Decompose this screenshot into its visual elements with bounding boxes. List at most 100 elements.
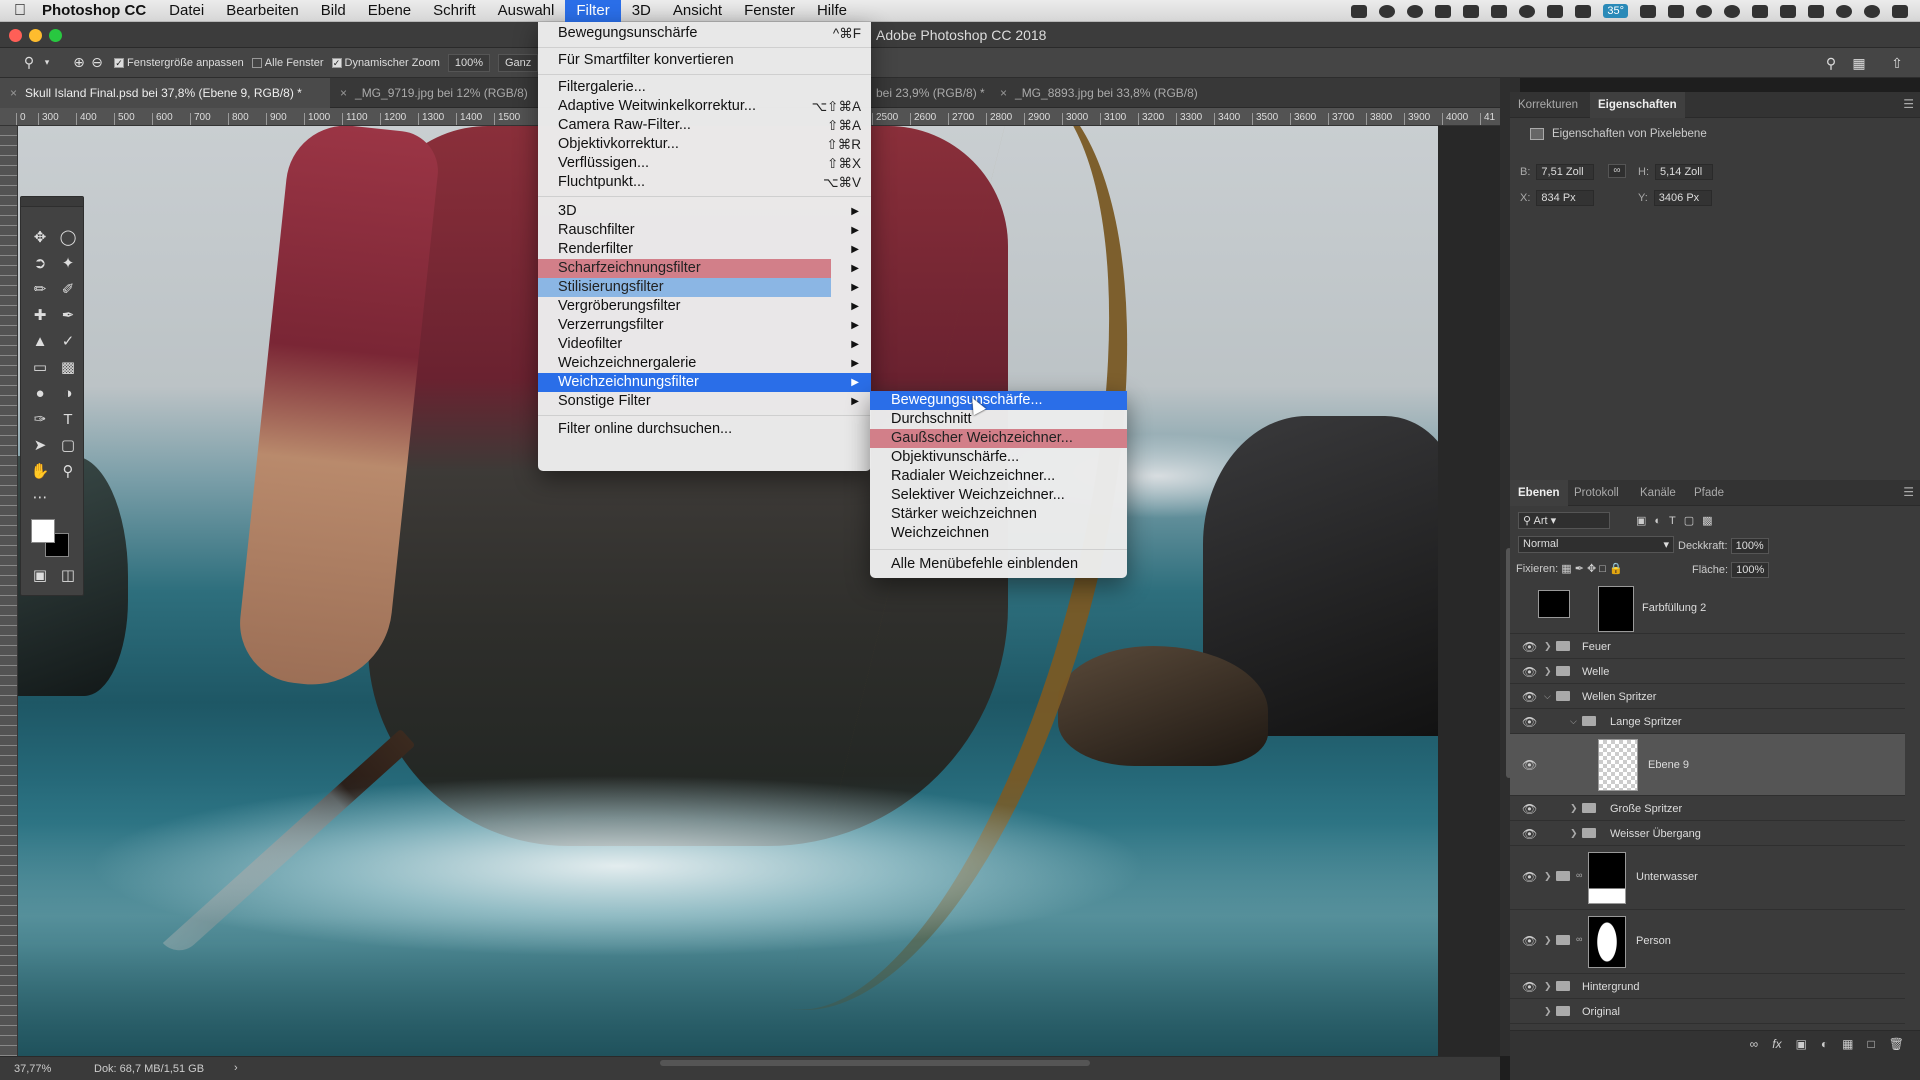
history-brush-tool-icon[interactable]: ✓ xyxy=(55,329,81,353)
eraser-tool-icon[interactable]: ▭ xyxy=(27,355,53,379)
marquee-tool-icon[interactable]: ◯ xyxy=(55,225,81,249)
menu-item-distort[interactable]: Verzerrungsfilter ▶ xyxy=(538,316,871,335)
menu-item-noise[interactable]: Rauschfilter ▶ xyxy=(538,221,871,240)
move-tool-icon[interactable]: ✥ xyxy=(27,225,53,249)
battery-icon[interactable] xyxy=(1808,4,1824,18)
chevron-right-icon[interactable]: ❯ xyxy=(1570,803,1578,814)
share-icon[interactable]: ⇧ xyxy=(1888,54,1906,72)
menu-item-blur-gallery[interactable]: Weichzeichnergalerie ▶ xyxy=(538,354,871,373)
eye-icon[interactable]: 👁 xyxy=(1522,980,1537,994)
menu-item-3d[interactable]: 3D ▶ xyxy=(538,202,871,221)
chevron-down-icon[interactable]: ▾ xyxy=(38,54,56,72)
menu-bearbeiten[interactable]: Bearbeiten xyxy=(215,0,310,22)
tab-mg-8893[interactable]: × _MG_8893.jpg bei 33,8% (RGB/8) xyxy=(990,78,1220,108)
tray-circle-icon[interactable] xyxy=(1696,4,1712,18)
foreground-color-swatch[interactable] xyxy=(31,519,55,543)
gradient-tool-icon[interactable]: ▩ xyxy=(55,355,81,379)
eye-icon[interactable]: 👁 xyxy=(1522,690,1537,704)
submenu-item-smart-blur[interactable]: Selektiver Weichzeichner... xyxy=(870,486,1127,505)
menu-item-render[interactable]: Renderfilter ▶ xyxy=(538,240,871,259)
height-field[interactable]: H: 5,14 Zoll xyxy=(1638,164,1713,180)
zoom-out-icon[interactable]: ⊖ xyxy=(88,54,106,72)
notification-center-icon[interactable] xyxy=(1892,4,1908,18)
chevron-right-icon[interactable]: ❯ xyxy=(1544,666,1552,677)
submenu-item-average[interactable]: Durchschnitt xyxy=(870,410,1127,429)
eyedropper-tool-icon[interactable]: ✐ xyxy=(55,277,81,301)
layer-row[interactable]: 👁 ❯ Weisser Übergang xyxy=(1510,821,1905,846)
eye-icon[interactable]: 👁 xyxy=(1522,665,1537,679)
layer-row[interactable]: 👁 ❯ ∞ Unterwasser xyxy=(1510,846,1905,910)
new-layer-icon[interactable]: □ xyxy=(1868,1037,1875,1051)
quick-mask-icon[interactable]: ▣ xyxy=(27,563,53,587)
layer-kind-filter[interactable]: ⚲ Art ▾ xyxy=(1518,512,1610,529)
submenu-item-lens-blur[interactable]: Objektivunschärfe... xyxy=(870,448,1127,467)
submenu-item-radial-blur[interactable]: Radialer Weichzeichner... xyxy=(870,467,1127,486)
submenu-item-show-all[interactable]: Alle Menübefehle einblenden xyxy=(870,555,1127,574)
tab-protokoll[interactable]: Protokoll xyxy=(1566,480,1627,506)
menu-item-video[interactable]: Videofilter ▶ xyxy=(538,335,871,354)
blend-mode-select[interactable]: Normal ▾ xyxy=(1518,536,1674,553)
path-select-tool-icon[interactable]: ➤ xyxy=(27,433,53,457)
airplay-icon[interactable] xyxy=(1780,4,1796,18)
menu-item-stylize[interactable]: Stilisierungsfilter xyxy=(538,278,831,297)
menu-item-pixelate[interactable]: Vergröberungsfilter ▶ xyxy=(538,297,871,316)
panel-grip[interactable] xyxy=(21,197,83,207)
layer-row[interactable]: 👁 ❯ Große Spritzer xyxy=(1510,796,1905,821)
more-tools-icon[interactable]: ⋯ xyxy=(27,485,53,509)
tray-app2-icon[interactable] xyxy=(1575,4,1592,18)
chevron-right-icon[interactable]: ❯ xyxy=(1544,935,1552,946)
layer-row[interactable]: 👁 ❯ ∞ Person xyxy=(1510,910,1905,974)
tray-record-icon[interactable] xyxy=(1379,4,1396,18)
layer-filter-icons[interactable]: ▣◐T▢▩ xyxy=(1636,514,1721,527)
menu-item-blur[interactable]: Weichzeichnungsfilter ▶ xyxy=(538,373,871,392)
chevron-right-icon[interactable]: › xyxy=(234,1062,238,1074)
x-field[interactable]: X: 834 Px xyxy=(1520,190,1595,206)
close-icon[interactable]: × xyxy=(340,86,347,100)
y-field[interactable]: Y: 3406 Px xyxy=(1638,190,1712,206)
hand-tool-icon[interactable]: ✋ xyxy=(27,459,53,483)
tray-evernote-icon[interactable] xyxy=(1547,4,1564,18)
zoom-tool-icon[interactable]: ⚲ xyxy=(55,459,81,483)
menu-item-adaptive-wide-angle[interactable]: Adaptive Weitwinkelkorrektur... ⌥⇧⌘A xyxy=(538,97,871,116)
menu-filter[interactable]: Filter xyxy=(565,0,621,22)
menu-schrift[interactable]: Schrift xyxy=(422,0,487,22)
submenu-item-blur-more[interactable]: Stärker weichzeichnen xyxy=(870,505,1127,524)
menu-item-camera-raw[interactable]: Camera Raw-Filter... ⇧⌘A xyxy=(538,116,871,135)
chevron-right-icon[interactable]: ❯ xyxy=(1544,641,1552,652)
dynamic-zoom-checkbox[interactable]: ✓ Dynamischer Zoom xyxy=(331,57,440,69)
fx-icon[interactable]: fx xyxy=(1772,1037,1781,1051)
submenu-item-blur[interactable]: Weichzeichnen xyxy=(870,524,1127,543)
crop-tool-icon[interactable]: ✏ xyxy=(27,277,53,301)
tray-window-icon[interactable] xyxy=(1463,4,1480,18)
type-tool-icon[interactable]: T xyxy=(55,407,81,431)
layer-row[interactable]: 👁 ⌵ Lange Spritzer xyxy=(1510,709,1905,734)
width-field[interactable]: B: 7,51 Zoll xyxy=(1520,164,1595,180)
tab-kanaele[interactable]: Kanäle xyxy=(1632,480,1684,506)
wifi-icon[interactable] xyxy=(1752,4,1768,18)
pen-tool-icon[interactable]: ✑ xyxy=(27,407,53,431)
chevron-down-icon[interactable]: ⌵ xyxy=(1544,691,1551,702)
tray-hd-icon[interactable] xyxy=(1640,4,1656,18)
workspace-icon[interactable]: ▦ xyxy=(1850,54,1868,72)
menu-ansicht[interactable]: Ansicht xyxy=(662,0,733,22)
eye-icon[interactable]: 👁 xyxy=(1522,802,1537,816)
submenu-item-gaussian-blur[interactable]: Gaußscher Weichzeichner... xyxy=(870,429,1127,448)
tray-sync-icon[interactable] xyxy=(1407,4,1424,18)
chevron-right-icon[interactable]: ❯ xyxy=(1544,981,1552,992)
menu-auswahl[interactable]: Auswahl xyxy=(487,0,566,22)
menu-bild[interactable]: Bild xyxy=(310,0,357,22)
tab-eigenschaften[interactable]: Eigenschaften xyxy=(1590,92,1685,118)
layer-row-selected[interactable]: 👁 Ebene 9 xyxy=(1510,734,1905,796)
lasso-tool-icon[interactable]: ➲ xyxy=(27,251,53,275)
temperature-badge[interactable]: 35° xyxy=(1603,4,1628,18)
eye-icon[interactable]: 👁 xyxy=(1522,640,1537,654)
siri-icon[interactable] xyxy=(1864,4,1880,18)
eye-icon[interactable]: 👁 xyxy=(1522,870,1537,884)
group-icon[interactable]: ▦ xyxy=(1842,1037,1853,1051)
dodge-tool-icon[interactable]: ◑ xyxy=(55,381,81,405)
screen-mode-icon[interactable]: ◫ xyxy=(55,563,81,587)
bluetooth-icon[interactable] xyxy=(1724,4,1740,18)
apple-icon[interactable]:  xyxy=(0,2,40,20)
panel-menu-icon[interactable]: ☰ xyxy=(1903,485,1914,499)
stamp-tool-icon[interactable]: ▲ xyxy=(27,329,53,353)
